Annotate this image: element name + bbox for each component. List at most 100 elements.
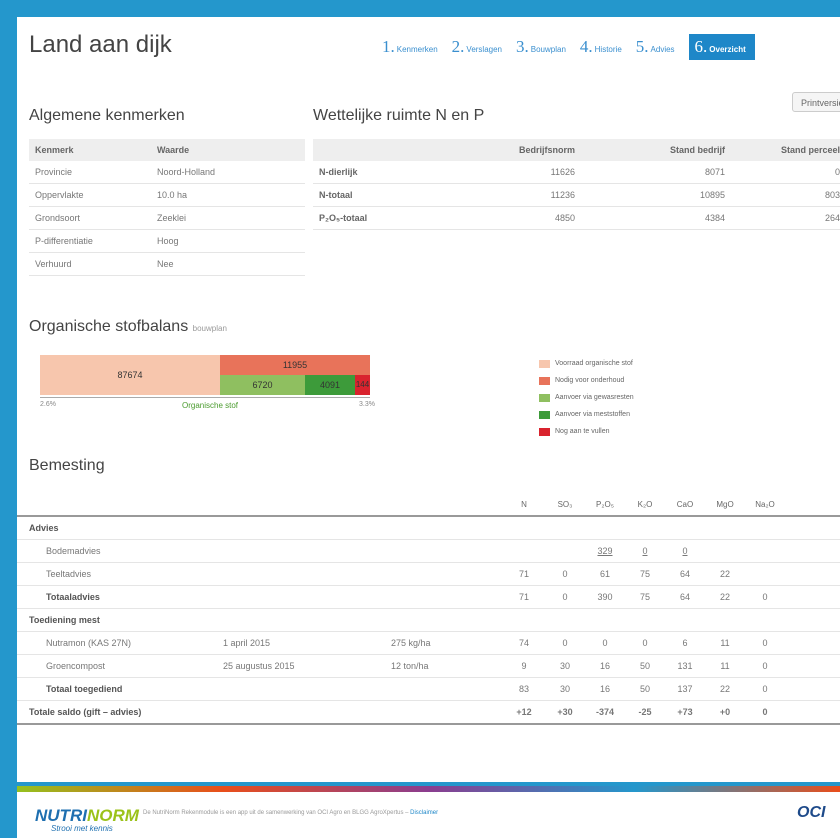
column-header: P₂O₅	[585, 493, 625, 517]
page-title: Land aan dijk	[29, 31, 172, 58]
mest-amount: 275 kg/ha	[391, 631, 503, 655]
table-row: Groencompost 25 augustus 2015 12 ton/ha …	[17, 654, 840, 678]
value-cell: 11	[705, 631, 745, 655]
print-button[interactable]: Printversie	[792, 92, 840, 112]
bedrijfsnorm-cell: 4850	[463, 206, 575, 230]
row-label: Totaaladvies	[17, 585, 503, 609]
value-link[interactable]: 0	[665, 539, 705, 563]
footer-description: De NutriNorm Rekenmodule is een app uit …	[143, 810, 409, 816]
column-header: Stand bedrijf	[575, 139, 725, 161]
mest-amount: 12 ton/ha	[391, 654, 503, 678]
legend-swatch	[539, 359, 550, 368]
waarde-cell: Nee	[151, 252, 305, 276]
step-bouwplan[interactable]: 3. Bouwplan	[516, 37, 566, 57]
value-cell: 131	[665, 654, 705, 678]
footer: NUTRINORM Strooi met kennis De NutriNorm…	[17, 786, 840, 838]
step-historie[interactable]: 4. Historie	[580, 37, 622, 57]
saldo-cell: +12	[503, 700, 545, 725]
table-row: Nutramon (KAS 27N) 1 april 2015 275 kg/h…	[17, 631, 840, 655]
column-header: Na₂O	[745, 493, 785, 517]
step-verslagen[interactable]: 2. Verslagen	[452, 37, 502, 57]
value-cell	[503, 539, 545, 563]
table-row: Provincie Noord-Holland	[29, 161, 305, 184]
value-cell: 0	[545, 562, 585, 586]
step-number: 1.	[382, 37, 395, 56]
row-label: Totale saldo (gift – advies)	[17, 700, 503, 725]
value-link[interactable]: 329	[585, 539, 625, 563]
stand-bedrijf-cell: 10895	[575, 183, 725, 207]
table-header-row: Bedrijfsnorm Stand bedrijf Stand perceel	[313, 139, 840, 161]
stand-perceel-cell: 0	[725, 161, 840, 184]
value-cell	[745, 539, 785, 563]
table-row: Teeltadvies 71 0 61 75 64 22	[17, 562, 840, 586]
value-cell: 30	[545, 677, 585, 701]
column-header: MgO	[705, 493, 745, 517]
legend-swatch	[539, 427, 550, 436]
waarde-cell: 10.0 ha	[151, 183, 305, 207]
column-header: Waarde	[151, 139, 305, 161]
step-advies[interactable]: 5. Advies	[636, 37, 675, 57]
value-cell: 0	[545, 585, 585, 609]
legend-label: Nog aan te vullen	[555, 428, 610, 435]
column-header: Stand perceel	[725, 139, 840, 161]
mest-name: Groencompost	[17, 654, 223, 678]
logo-part-a: NUTRI	[35, 806, 87, 825]
disclaimer-link[interactable]: Disclaimer	[410, 810, 438, 816]
organische-stof-legend: Voorraad organische stof Nodig voor onde…	[539, 355, 634, 440]
wettelijke-ruimte-table: Bedrijfsnorm Stand bedrijf Stand perceel…	[313, 139, 840, 230]
organische-stof-title: Organische stofbalans bouwplan	[29, 318, 227, 336]
step-number: 2.	[451, 37, 465, 56]
table-row: N-dierlijk 11626 8071 0	[313, 161, 840, 184]
norm-label: N-totaal	[313, 183, 463, 207]
waarde-cell: Hoog	[151, 229, 305, 253]
value-cell: 0	[745, 677, 785, 701]
saldo-cell: +73	[665, 700, 705, 725]
section-row: Toediening mest	[17, 608, 840, 632]
table-row: P₂O₅-totaal 4850 4384 264	[313, 206, 840, 230]
value-cell: 75	[625, 585, 665, 609]
kenmerk-cell: Verhuurd	[29, 252, 151, 276]
step-kenmerken[interactable]: 1. Kenmerken	[382, 37, 438, 57]
saldo-cell: -374	[585, 700, 625, 725]
section-row: Advies	[17, 516, 840, 540]
value-cell: 0	[545, 631, 585, 655]
value-cell: 74	[503, 631, 545, 655]
stand-perceel-cell: 803	[725, 183, 840, 207]
legend-item: Nog aan te vullen	[539, 423, 634, 440]
bemesting-title: Bemesting	[29, 457, 105, 474]
bedrijfsnorm-cell: 11626	[463, 161, 575, 184]
step-label: Overzicht	[709, 45, 746, 54]
step-label: Historie	[594, 45, 622, 54]
mest-name: Nutramon (KAS 27N)	[17, 631, 223, 655]
step-overzicht[interactable]: 6. Overzicht	[688, 34, 755, 60]
legend-label: Aanvoer via gewasresten	[555, 394, 634, 401]
value-cell: 83	[503, 677, 545, 701]
value-cell: 22	[705, 585, 745, 609]
kenmerk-cell: Grondsoort	[29, 206, 151, 230]
section-label: Advies	[17, 516, 840, 540]
value-cell: 11	[705, 654, 745, 678]
table-header-row: Kenmerk Waarde	[29, 139, 305, 161]
value-cell: 50	[625, 677, 665, 701]
value-cell: 22	[705, 562, 745, 586]
step-number: 3.	[516, 37, 529, 56]
value-link[interactable]: 0	[625, 539, 665, 563]
step-label: Kenmerken	[396, 45, 438, 54]
saldo-cell: 0	[745, 700, 785, 725]
value-cell: 50	[625, 654, 665, 678]
value-cell	[705, 539, 745, 563]
step-label: Advies	[650, 45, 675, 54]
axis-left-label: 2.6%	[40, 401, 56, 408]
value-cell: 6	[665, 631, 705, 655]
organische-stof-title-text: Organische stofbalans	[29, 318, 189, 335]
logo-part-b: NORM	[86, 806, 139, 825]
kenmerk-cell: P-differentiatie	[29, 229, 151, 253]
value-cell: 75	[625, 562, 665, 586]
saldo-cell: -25	[625, 700, 665, 725]
bemesting-table: N SO₃ P₂O₅ K₂O CaO MgO Na₂O Advies Bodem…	[17, 493, 840, 725]
footer-text: De NutriNorm Rekenmodule is een app uit …	[143, 810, 438, 816]
row-label: Teeltadvies	[17, 562, 503, 586]
kenmerk-cell: Provincie	[29, 161, 151, 184]
value-cell: 22	[705, 677, 745, 701]
mest-date: 1 april 2015	[223, 631, 391, 655]
